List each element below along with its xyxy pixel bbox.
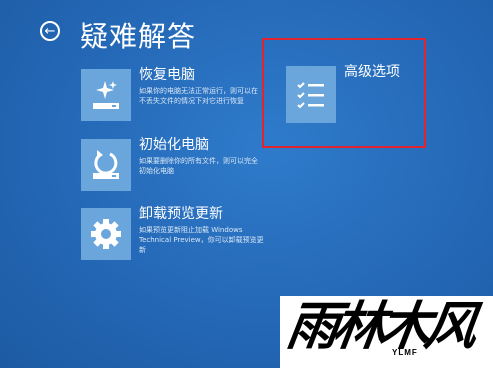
watermark-subtext: YLMF xyxy=(392,348,418,357)
refresh-sparkle-icon xyxy=(81,69,131,121)
option-refresh-pc[interactable]: 恢复电脑 如果你的电脑无法正常运行，则可以在不丢失文件的情况下对它进行恢复 xyxy=(81,67,264,121)
option-description: 如果预览更新阻止加载 Windows Technical Preview，你可以… xyxy=(139,226,264,254)
option-description: 如果要删除你的所有文件，则可以完全初始化电脑 xyxy=(139,157,258,175)
option-reset-pc[interactable]: 初始化电脑 如果要删除你的所有文件，则可以完全初始化电脑 xyxy=(81,137,264,191)
page-title: 疑难解答 xyxy=(80,20,197,53)
watermark-text: 雨林木风 xyxy=(282,296,476,357)
option-uninstall-preview-updates[interactable]: 卸载预览更新 如果预览更新阻止加载 Windows Technical Prev… xyxy=(81,206,264,260)
option-title: 恢复电脑 xyxy=(139,67,195,83)
option-description: 如果你的电脑无法正常运行，则可以在不丢失文件的情况下对它进行恢复 xyxy=(139,87,258,105)
option-title: 初始化电脑 xyxy=(139,137,209,153)
reset-drive-icon xyxy=(81,139,131,191)
option-title: 卸载预览更新 xyxy=(139,206,223,222)
gear-icon xyxy=(81,208,131,260)
back-arrow-icon: ← xyxy=(44,23,56,39)
watermark-logo: 雨林木风 YLMF xyxy=(280,296,493,368)
highlight-box xyxy=(262,38,426,148)
back-button[interactable]: ← xyxy=(40,21,60,41)
